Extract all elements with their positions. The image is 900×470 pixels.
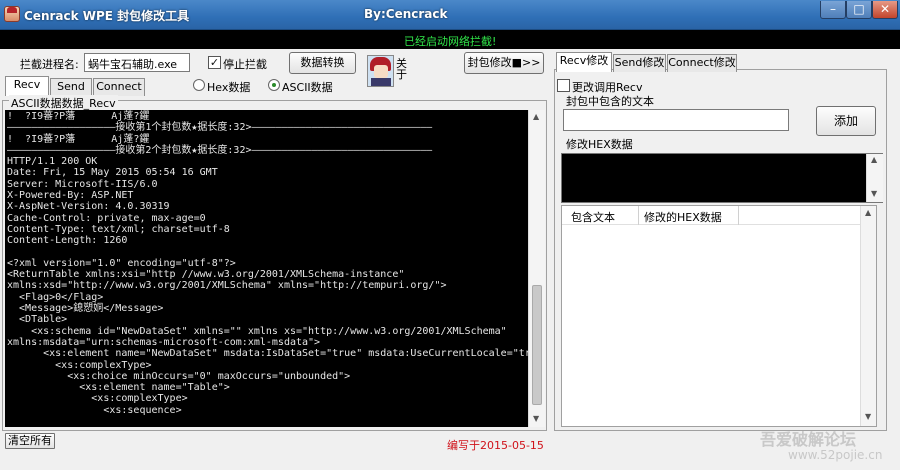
hex-scroll-up-icon[interactable]: ▲ <box>871 155 877 164</box>
status-bar: 已经启动网络拦截! <box>0 30 900 49</box>
tab-connect-modify[interactable]: Connect修改 <box>667 54 737 72</box>
stop-intercept-label: 停止拦截 <box>223 58 267 71</box>
column-modified-hex[interactable]: 修改的HEX数据 <box>644 209 722 225</box>
console-line: <xs:schema id="NewDataSet" xmlns="" xmln… <box>7 325 507 337</box>
console-line: <xs:complexType> <box>7 393 188 405</box>
console-line: HTTP/1.1 200 OK <box>7 156 98 168</box>
window-title: Cenrack WPE 封包修改工具 <box>24 9 190 23</box>
modify-rules-list[interactable]: 包含文本 修改的HEX数据 <box>561 205 877 427</box>
list-scroll-up-icon[interactable]: ▲ <box>865 208 871 217</box>
hex-radio-label: Hex数据 <box>207 81 251 94</box>
console-line: <xs:sequence> <box>7 404 182 416</box>
console-line: ! ?I9蕃?P藩 Aj蓬?鑺 <box>7 111 150 122</box>
contains-text-label: 封包中包含的文本 <box>566 95 654 108</box>
console-line: <xs:choice minOccurs="0" maxOccurs="unbo… <box>7 370 351 382</box>
change-recv-checkbox[interactable] <box>557 79 570 92</box>
tab-recv-modify[interactable]: Recv修改 <box>556 52 612 72</box>
hex-radio[interactable] <box>193 79 205 91</box>
author-label: By:Cencrack <box>364 7 448 21</box>
tab-send[interactable]: Send <box>50 78 92 96</box>
ascii-radio[interactable] <box>268 79 280 91</box>
contains-text-input[interactable] <box>563 109 789 131</box>
hex-scroll-down-icon[interactable]: ▼ <box>871 189 877 198</box>
console-line: Cache-Control: private, max-age=0 <box>7 212 206 224</box>
console-scrollbar[interactable]: ▲ ▼ <box>528 110 545 427</box>
app-icon <box>4 6 20 22</box>
stop-intercept-checkbox[interactable]: ✓ <box>208 56 221 69</box>
console-line: <Flag>0</Flag> <box>7 291 104 303</box>
console-line: X-Powered-By: ASP.NET <box>7 190 134 202</box>
close-button[interactable]: ✕ <box>872 1 898 19</box>
modify-hex-label: 修改HEX数据 <box>566 138 633 151</box>
scroll-up-icon[interactable]: ▲ <box>533 112 539 121</box>
console-line: <xs:complexType> <box>7 359 152 371</box>
console-line: Server: Microsoft-IIS/6.0 <box>7 178 158 190</box>
console-line: <ReturnTable xmlns:xsi="http //www.w3.or… <box>7 269 405 281</box>
console-line: X-AspNet-Version: 4.0.30319 <box>7 201 170 213</box>
console-line: xmlns:xsd="http://www.w3.org/2001/XMLSch… <box>7 280 447 292</box>
process-name-label: 拦截进程名: <box>20 58 79 71</box>
watermark-url: www.52pojie.cn <box>788 448 883 462</box>
console-line: ! ?I9蕃?P藩 Aj蓬?鑺 <box>7 133 150 145</box>
ascii-groupbox-title: ASCII数据数据_Recv <box>9 95 118 111</box>
console-line: ——————————————————接收第1个封包数★据长度:32>——————… <box>7 122 433 134</box>
console-line: <xs:element name="NewDataSet" msdata:IsD… <box>7 348 528 360</box>
process-name-input[interactable]: 蜗牛宝石辅助.exe <box>84 53 190 72</box>
tab-send-modify[interactable]: Send修改 <box>613 54 666 72</box>
ascii-radio-label: ASCII数据 <box>282 81 333 94</box>
list-scroll-down-icon[interactable]: ▼ <box>865 412 871 421</box>
status-message: 已经启动网络拦截! <box>404 35 497 48</box>
console-line: <?xml version="1.0" encoding="utf-8"?> <box>7 257 236 269</box>
console-scroll-thumb[interactable] <box>532 285 542 405</box>
console-line: ——————————————————接收第2个封包数★据长度:32>——————… <box>7 144 433 156</box>
list-header: 包含文本 修改的HEX数据 <box>562 206 876 225</box>
console-line: <DTable> <box>7 314 68 326</box>
about-label[interactable]: 关于 <box>396 58 408 80</box>
title-bar: Cenrack WPE 封包修改工具 By:Cencrack – □ ✕ <box>0 0 900 30</box>
tab-recv[interactable]: Recv <box>5 76 49 96</box>
maximize-button[interactable]: □ <box>846 1 872 19</box>
hex-scrollbar[interactable]: ▲ ▼ <box>866 154 883 202</box>
clear-all-button[interactable]: 清空所有 <box>5 433 55 449</box>
watermark-title: 吾爱破解论坛 <box>760 430 857 449</box>
convert-data-button[interactable]: 数据转换 <box>289 52 356 74</box>
console-line: Content-Length: 1260 <box>7 235 128 247</box>
packet-data-console[interactable]: ! ?I9蕃?P藩 Aj蓬?鑺 ——————————————————接收第1个封包… <box>5 110 528 427</box>
list-scrollbar[interactable]: ▲ ▼ <box>860 206 876 426</box>
console-line: Date: Fri, 15 May 2015 05:54 16 GMT <box>7 167 218 179</box>
console-line: xmlns:msdata="urn:schemas-microsoft-com:… <box>7 336 321 348</box>
scroll-down-icon[interactable]: ▼ <box>533 414 539 423</box>
about-avatar-icon[interactable] <box>367 55 394 87</box>
packet-modify-button[interactable]: 封包修改■>> <box>464 52 544 74</box>
add-button[interactable]: 添加 <box>816 106 876 136</box>
minimize-button[interactable]: – <box>820 1 846 19</box>
tab-connect[interactable]: Connect <box>93 78 145 96</box>
console-line: Content-Type: text/xml; charset=utf-8 <box>7 223 230 235</box>
modify-hex-input[interactable] <box>561 153 883 203</box>
compile-date-label: 编写于2015-05-15 <box>447 439 544 452</box>
column-contains-text[interactable]: 包含文本 <box>571 209 615 225</box>
console-line: <Message>鎴愬姛</Message> <box>7 303 164 315</box>
console-line: <xs:element name="Table"> <box>7 382 230 394</box>
